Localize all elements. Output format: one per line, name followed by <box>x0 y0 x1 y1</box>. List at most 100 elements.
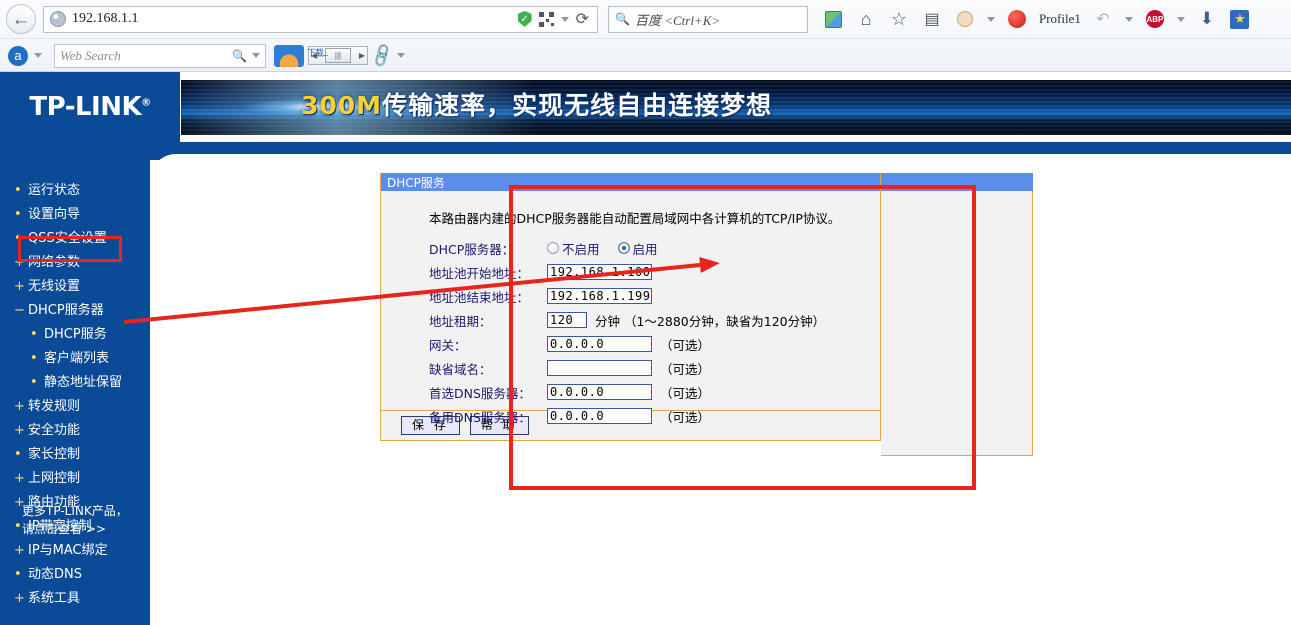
bullet-icon[interactable]: • <box>14 206 28 223</box>
expand-icon[interactable]: + <box>14 470 28 487</box>
sidebar-footer-line2: 请点击查看 >> <box>22 522 106 536</box>
logo-registered-mark: ® <box>141 97 151 109</box>
sidebar-footer-line1: 更多TP-LINK产品， <box>22 504 128 518</box>
back-button[interactable]: ← <box>6 4 36 34</box>
browser-chrome: ← 192.168.1.1 ⟳ 🔍 百度 <Ctrl+K> ⌂ ☆ ▤ Prof… <box>0 0 1291 72</box>
sidebar-item-label: 家长控制 <box>28 447 81 462</box>
expand-icon[interactable]: + <box>14 254 28 271</box>
mini-extension-toolbar: 下载... ◀ ||| ▶ 🔗 <box>274 42 406 70</box>
search-icon: 🔍 <box>615 12 630 26</box>
expand-icon[interactable]: + <box>14 422 28 439</box>
bullet-icon[interactable]: • <box>14 350 44 367</box>
download-icon[interactable]: ⬇ <box>1196 8 1218 30</box>
bullet-icon[interactable]: • <box>14 566 28 583</box>
sidebar-item-label: 客户端列表 <box>44 351 110 366</box>
sidebar-item-16[interactable]: • 动态DNS <box>0 566 150 590</box>
browser-search-box[interactable]: 🔍 百度 <Ctrl+K> <box>608 5 808 33</box>
bullet-icon[interactable]: • <box>14 446 28 463</box>
sidebar-footer: 更多TP-LINK产品， 请点击查看 >> <box>22 502 152 538</box>
sidebar-item-label: 网络参数 <box>28 255 81 270</box>
bullet-icon[interactable]: • <box>14 374 44 391</box>
browser-toolbar: ⌂ ☆ ▤ Profile1 ↶ ABP ⬇ ★ <box>822 8 1251 30</box>
grip-icon[interactable]: ||| <box>325 48 351 63</box>
sidebar-item-4[interactable]: + 无线设置 <box>0 278 150 302</box>
router-header: TP-LINK® 300M传输速率，实现无线自由连接梦想 <box>0 72 1291 142</box>
bullet-icon[interactable]: • <box>14 230 28 247</box>
promo-banner-highlight: 300M <box>301 91 383 120</box>
sidebar-item-label: 静态地址保留 <box>44 375 123 390</box>
mini-extension-label: 下载... <box>307 47 328 58</box>
sidebar-item-label: QSS安全设置 <box>28 231 107 246</box>
bullet-icon[interactable]: • <box>14 182 28 199</box>
web-search-input[interactable]: Web Search 🔍 <box>54 43 266 68</box>
home-icon[interactable]: ⌂ <box>855 8 877 30</box>
browser-nav-row: ← 192.168.1.1 ⟳ 🔍 百度 <Ctrl+K> ⌂ ☆ ▤ Prof… <box>0 0 1291 38</box>
sidebar-item-5[interactable]: − DHCP服务器 <box>0 302 150 326</box>
sidebar-item-11[interactable]: • 家长控制 <box>0 446 150 470</box>
sidebar-item-12[interactable]: + 上网控制 <box>0 470 150 494</box>
bullet-icon[interactable]: • <box>14 326 44 343</box>
promo-banner: 300M传输速率，实现无线自由连接梦想 <box>181 80 1291 135</box>
sidebar-item-label: 系统工具 <box>28 591 81 606</box>
reload-icon[interactable]: ⟳ <box>576 9 589 29</box>
adblock-icon[interactable]: ABP <box>1144 8 1166 30</box>
sidebar-item-label: DHCP服务 <box>44 327 107 342</box>
face-icon[interactable] <box>954 8 976 30</box>
sidebar-item-label: 动态DNS <box>28 567 82 582</box>
sidebar-item-10[interactable]: + 安全功能 <box>0 422 150 446</box>
star-icon[interactable]: ☆ <box>888 8 910 30</box>
alexa-chevron-down-icon[interactable] <box>34 53 42 58</box>
web-search-chevron-down-icon[interactable] <box>252 53 260 58</box>
sidebar-item-label: 设置向导 <box>28 207 81 222</box>
site-globe-icon <box>50 11 66 27</box>
link-chain-icon[interactable]: 🔗 <box>368 42 396 70</box>
search-icon[interactable]: 🔍 <box>232 49 247 63</box>
mini-extension-logo-icon[interactable] <box>274 44 304 67</box>
sidebar-item-9[interactable]: + 转发规则 <box>0 398 150 422</box>
sidebar-item-3[interactable]: + 网络参数 <box>0 254 150 278</box>
sidebar-item-label: 安全功能 <box>28 423 81 438</box>
shield-check-icon[interactable] <box>517 11 532 27</box>
translate-icon[interactable] <box>822 8 844 30</box>
star-favorites-icon[interactable]: ★ <box>1229 8 1251 30</box>
promo-banner-text: 300M传输速率，实现无线自由连接梦想 <box>301 86 772 122</box>
address-dropdown-icon[interactable] <box>560 16 569 22</box>
tomato-timer-icon[interactable] <box>1006 8 1028 30</box>
sidebar-item-label: IP与MAC绑定 <box>28 543 108 558</box>
dhcp-panel-highlight-box <box>509 185 976 490</box>
expand-icon[interactable]: + <box>14 278 28 295</box>
sidebar-item-15[interactable]: + IP与MAC绑定 <box>0 542 150 566</box>
sidebar-item-label: 运行状态 <box>28 183 81 198</box>
sidebar-menu: • 运行状态 • 设置向导 • QSS安全设置 + 网络参数 + 无线设置 − DHCP服务器 • DHC… <box>0 182 150 614</box>
browser-search-placeholder: 百度 <Ctrl+K> <box>634 12 721 28</box>
address-bar[interactable]: 192.168.1.1 ⟳ <box>43 5 598 33</box>
expand-icon[interactable]: + <box>14 542 28 559</box>
logo-text: TP-LINK <box>29 92 142 122</box>
sidebar-item-label: DHCP服务器 <box>28 303 104 318</box>
profile-label[interactable]: Profile1 <box>1039 11 1081 27</box>
alexa-icon[interactable]: a <box>8 45 28 66</box>
toolbar-overflow-chevron-down-icon[interactable] <box>987 16 995 22</box>
sidebar-item-0[interactable]: • 运行状态 <box>0 182 150 206</box>
collapse-icon[interactable]: − <box>14 302 28 319</box>
undo-chevron-down-icon[interactable] <box>1124 16 1133 22</box>
right-arrow-icon[interactable]: ▶ <box>359 51 365 60</box>
sidebar-item-label: 转发规则 <box>28 399 81 414</box>
sidebar-item-8[interactable]: • 静态地址保留 <box>0 374 150 398</box>
undo-icon[interactable]: ↶ <box>1092 8 1114 30</box>
sidebar-item-2[interactable]: • QSS安全设置 <box>0 230 150 254</box>
promo-banner-body: 传输速率，实现无线自由连接梦想 <box>382 91 773 120</box>
expand-icon[interactable]: + <box>14 398 28 415</box>
qr-code-icon[interactable] <box>538 11 554 27</box>
sidebar-item-17[interactable]: + 系统工具 <box>0 590 150 614</box>
document-icon[interactable]: ▤ <box>921 8 943 30</box>
tplink-logo: TP-LINK® <box>0 72 180 142</box>
chain-chevron-down-icon[interactable] <box>397 53 406 58</box>
sidebar-item-6[interactable]: • DHCP服务 <box>0 326 150 350</box>
browser-extension-row: a Web Search 🔍 下载... ◀ ||| ▶ 🔗 <box>0 38 1291 72</box>
sidebar-item-7[interactable]: • 客户端列表 <box>0 350 150 374</box>
sidebar-item-label: 无线设置 <box>28 279 81 294</box>
adblock-chevron-down-icon[interactable] <box>1176 16 1185 22</box>
sidebar-item-1[interactable]: • 设置向导 <box>0 206 150 230</box>
expand-icon[interactable]: + <box>14 590 28 607</box>
